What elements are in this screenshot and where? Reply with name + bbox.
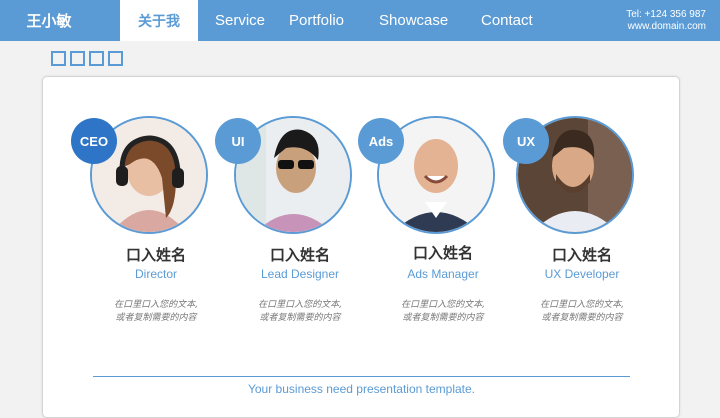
badge-ceo: CEO [71,118,117,164]
nav-tab-about-me[interactable]: 关于我 [120,0,198,41]
badge-ads: Ads [358,118,404,164]
square-icon [108,51,123,66]
footer-tagline: Your business need presentation template… [247,382,476,396]
member-name: 口入姓名 [551,246,612,264]
member-description-line: 或者复制需要的内容 [402,313,484,323]
contact-info: Tel: +124 356 987 www.domain.com [626,9,706,33]
badge-ui: UI [215,118,261,164]
member-role: UX Developer [544,267,620,281]
member-name: 口入姓名 [125,246,186,264]
phone-number: Tel: +124 356 987 [626,9,706,20]
square-icon [89,51,104,66]
brand-name[interactable]: 王小敏 [0,0,98,41]
member-description-line: 或者复制需要的内容 [115,313,197,323]
member-description-line: 在口里口入您的文本, [401,300,485,310]
member-name: 口入姓名 [412,244,473,262]
member-description: 在口里口入您的文本, 或者复制需要的内容 [91,299,221,325]
member-description-line: 在口里口入您的文本, [114,300,198,310]
footer-divider [93,376,630,377]
member-description-line: 在口里口入您的文本, [540,300,624,310]
top-navigation-bar: 王小敏 关于我 Service Portfolio Showcase Conta… [0,0,720,41]
member-role: Director [134,267,177,281]
nav-tab-contact[interactable]: Contact [481,0,533,41]
member-role: Lead Designer [260,267,340,281]
member-description: 在口里口入您的文本, 或者复制需要的内容 [235,299,365,325]
square-icon [70,51,85,66]
member-name: 口入姓名 [269,246,330,264]
nav-tab-service[interactable]: Service [215,0,265,41]
member-description: 在口里口入您的文本, 或者复制需要的内容 [378,299,508,325]
nav-tab-portfolio[interactable]: Portfolio [289,0,344,41]
badge-ux: UX [503,118,549,164]
member-description-line: 或者复制需要的内容 [541,313,623,323]
member-description-line: 在口里口入您的文本, [258,300,342,310]
member-description: 在口里口入您的文本, 或者复制需要的内容 [517,299,647,325]
member-description-line: 或者复制需要的内容 [259,313,341,323]
square-icon [51,51,66,66]
decorative-squares [51,51,123,66]
website-url: www.domain.com [627,21,706,32]
member-role: Ads Manager [407,267,479,281]
nav-tab-showcase[interactable]: Showcase [379,0,448,41]
